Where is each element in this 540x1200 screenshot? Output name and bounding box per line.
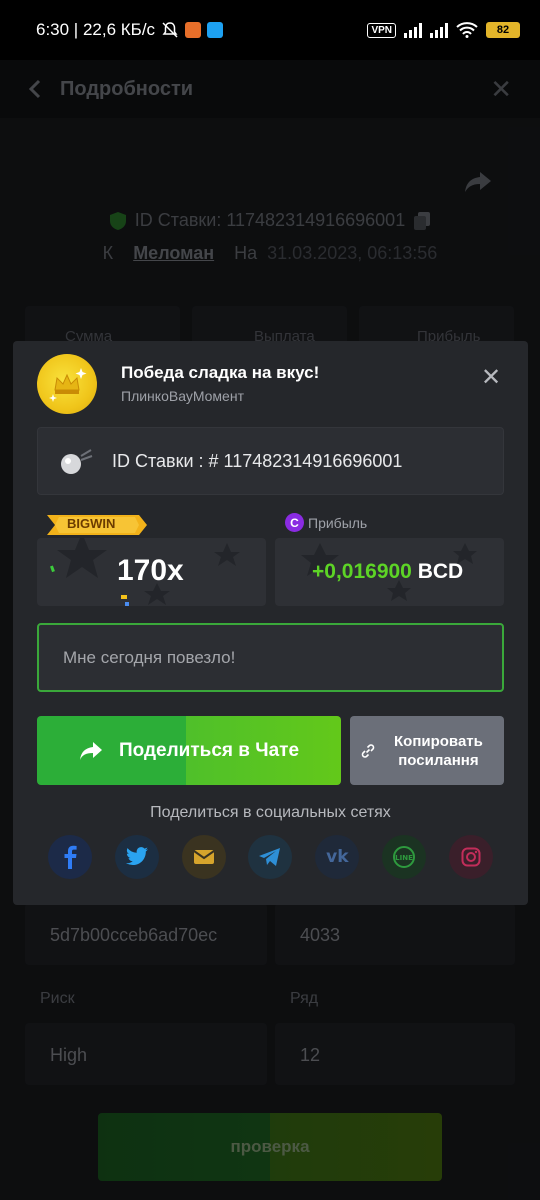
message-input[interactable]: Мне сегодня повезло! <box>37 623 504 692</box>
signal-icon-2 <box>430 22 448 38</box>
twitter-icon[interactable] <box>114 835 159 879</box>
social-share-row: vk LINE <box>48 835 493 879</box>
status-bar: 6:30 | 22,6 КБ/с VPN 82 <box>0 0 540 60</box>
bigwin-badge-label: BIGWIN <box>67 516 116 531</box>
share-in-chat-button[interactable]: Поделиться в Чате <box>37 716 341 785</box>
vpn-icon: VPN <box>367 22 396 38</box>
profit-amount: +0,016900 <box>312 560 412 583</box>
profit-card: +0,016900 BCD <box>275 538 504 606</box>
facebook-icon[interactable] <box>48 835 92 879</box>
copy-link-line2: посилання <box>398 751 479 769</box>
instagram-icon[interactable] <box>448 835 493 879</box>
multiplier-value: 170x <box>117 554 184 587</box>
copy-link-label: Копировать посилання <box>394 732 483 770</box>
bcd-coin-icon: C <box>285 513 304 532</box>
app-notification-icon <box>185 22 202 38</box>
multiplier-card: 170x <box>37 538 266 606</box>
bet-id-box: ID Ставки : # 117482314916696001 <box>37 427 504 495</box>
social-share-title: Поделиться в социальных сетях <box>150 804 391 821</box>
modal-title: Победа сладка на вкус! <box>121 363 320 382</box>
email-icon[interactable] <box>181 835 226 879</box>
crown-avatar-icon <box>37 354 97 414</box>
battery-icon: 82 <box>486 22 520 38</box>
muted-bell-icon <box>162 22 178 38</box>
profit-label-text: Прибыль <box>308 514 368 531</box>
vk-icon[interactable]: vk <box>315 835 360 879</box>
twitter-notification-icon <box>207 22 224 38</box>
profit-label: C Прибыль <box>285 513 367 532</box>
copy-link-button[interactable]: Копировать посилання <box>350 716 504 785</box>
modal-subtitle: ПлинкоВауМомент <box>121 388 244 404</box>
svg-text:LINE: LINE <box>395 854 413 862</box>
telegram-icon[interactable] <box>248 835 293 879</box>
plinko-ball-icon <box>58 443 94 479</box>
signal-icon <box>404 22 422 38</box>
close-modal-icon[interactable]: ✕ <box>479 366 503 391</box>
profit-currency: BCD <box>417 560 464 583</box>
modal-bet-id: ID Ставки : # 117482314916696001 <box>112 450 403 471</box>
share-win-modal: Победа сладка на вкус! ПлинкоВауМомент ✕… <box>13 341 528 905</box>
share-in-chat-label: Поделиться в Чате <box>118 739 300 761</box>
line-icon[interactable]: LINE <box>382 835 427 879</box>
wifi-icon <box>456 22 478 38</box>
share-arrow-icon <box>79 741 102 760</box>
link-icon <box>361 743 375 758</box>
profit-value: +0,016900 BCD <box>312 560 463 584</box>
status-time-speed: 6:30 | 22,6 КБ/с <box>36 20 156 39</box>
copy-link-line1: Копировать <box>394 732 483 750</box>
